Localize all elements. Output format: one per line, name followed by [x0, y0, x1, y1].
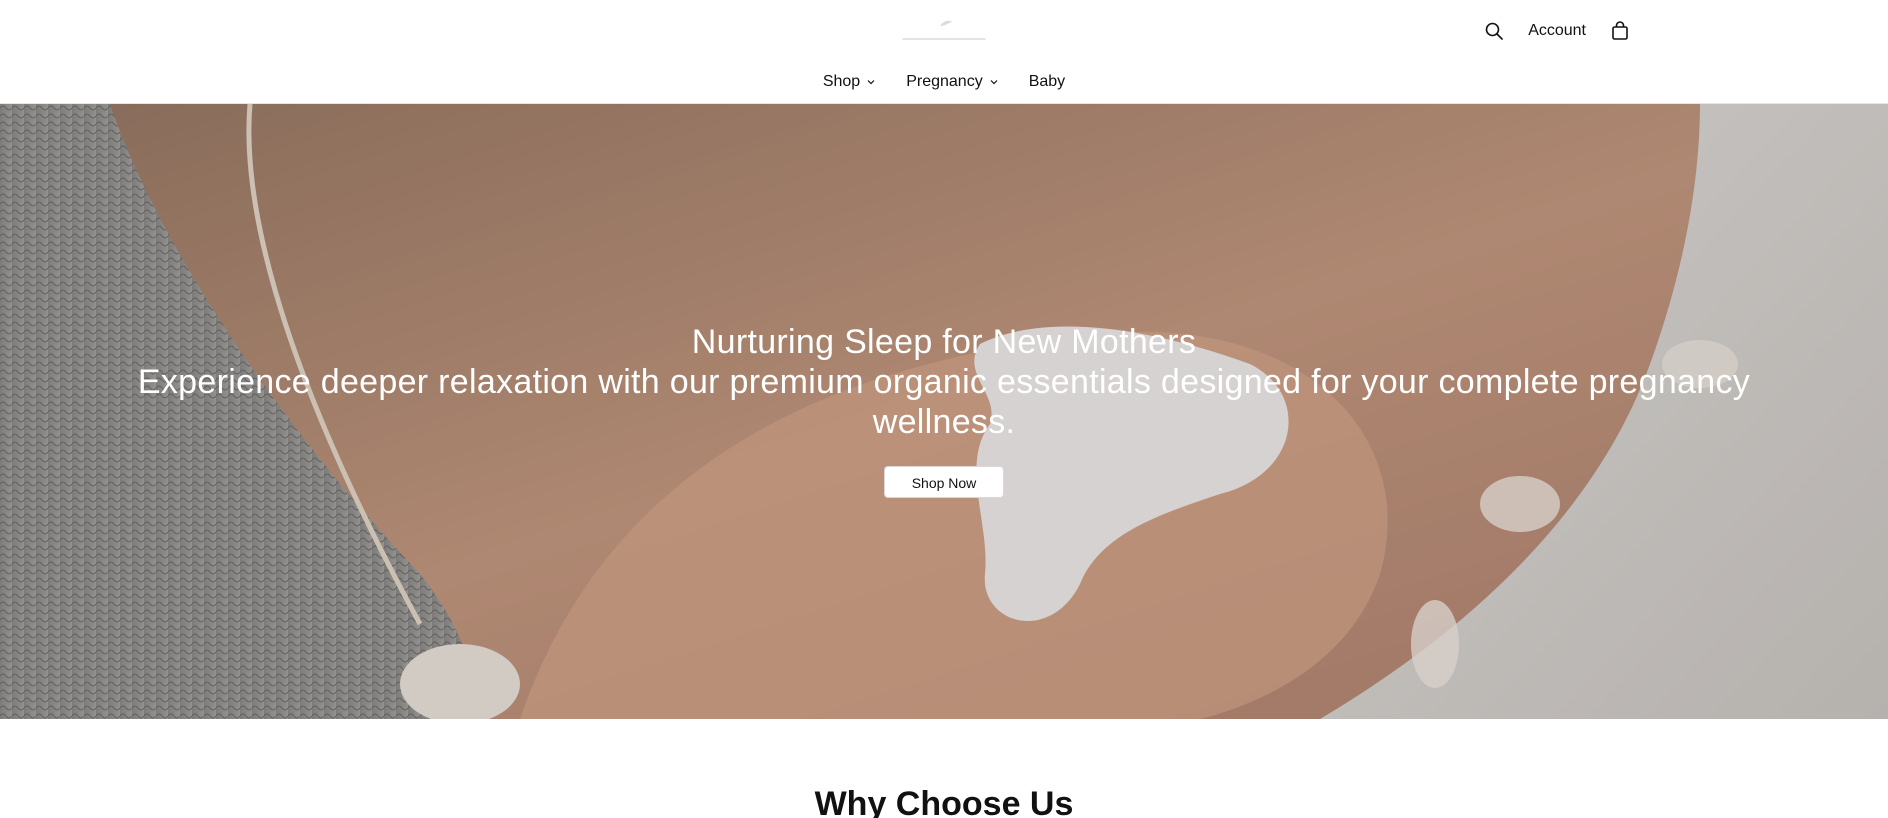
shopping-bag-icon[interactable] — [1608, 19, 1632, 43]
nav-item-shop[interactable]: Shop — [823, 72, 876, 92]
chevron-down-icon — [990, 80, 998, 85]
hero-banner: Nurturing Sleep for New Mothers Experien… — [0, 104, 1888, 719]
shop-now-button[interactable]: Shop Now — [884, 466, 1004, 498]
site-header: Account Shop Pregnancy Baby — [0, 0, 1888, 104]
account-link[interactable]: Account — [1528, 19, 1586, 43]
hero-title: Nurturing Sleep for New Mothers — [691, 323, 1197, 361]
brand-logo[interactable] — [900, 16, 988, 46]
nav-item-label: Baby — [1028, 73, 1066, 90]
nav-item-baby[interactable]: Baby — [1029, 72, 1065, 92]
chevron-down-icon — [867, 80, 875, 85]
search-icon[interactable] — [1482, 19, 1506, 43]
section-title: Why Choose Us — [814, 785, 1074, 818]
hero-content: Nurturing Sleep for New Mothers Experien… — [0, 322, 1888, 498]
nav-item-pregnancy[interactable]: Pregnancy — [906, 72, 999, 92]
nav-item-label: Pregnancy — [906, 73, 983, 90]
header-actions: Account — [1482, 18, 1632, 44]
why-choose-us-section: Why Choose Us — [0, 719, 1888, 818]
nav-item-label: Shop — [822, 73, 861, 90]
hero-subtitle: Experience deeper relaxation with our pr… — [137, 363, 1751, 441]
main-navigation: Shop Pregnancy Baby — [0, 72, 1888, 92]
